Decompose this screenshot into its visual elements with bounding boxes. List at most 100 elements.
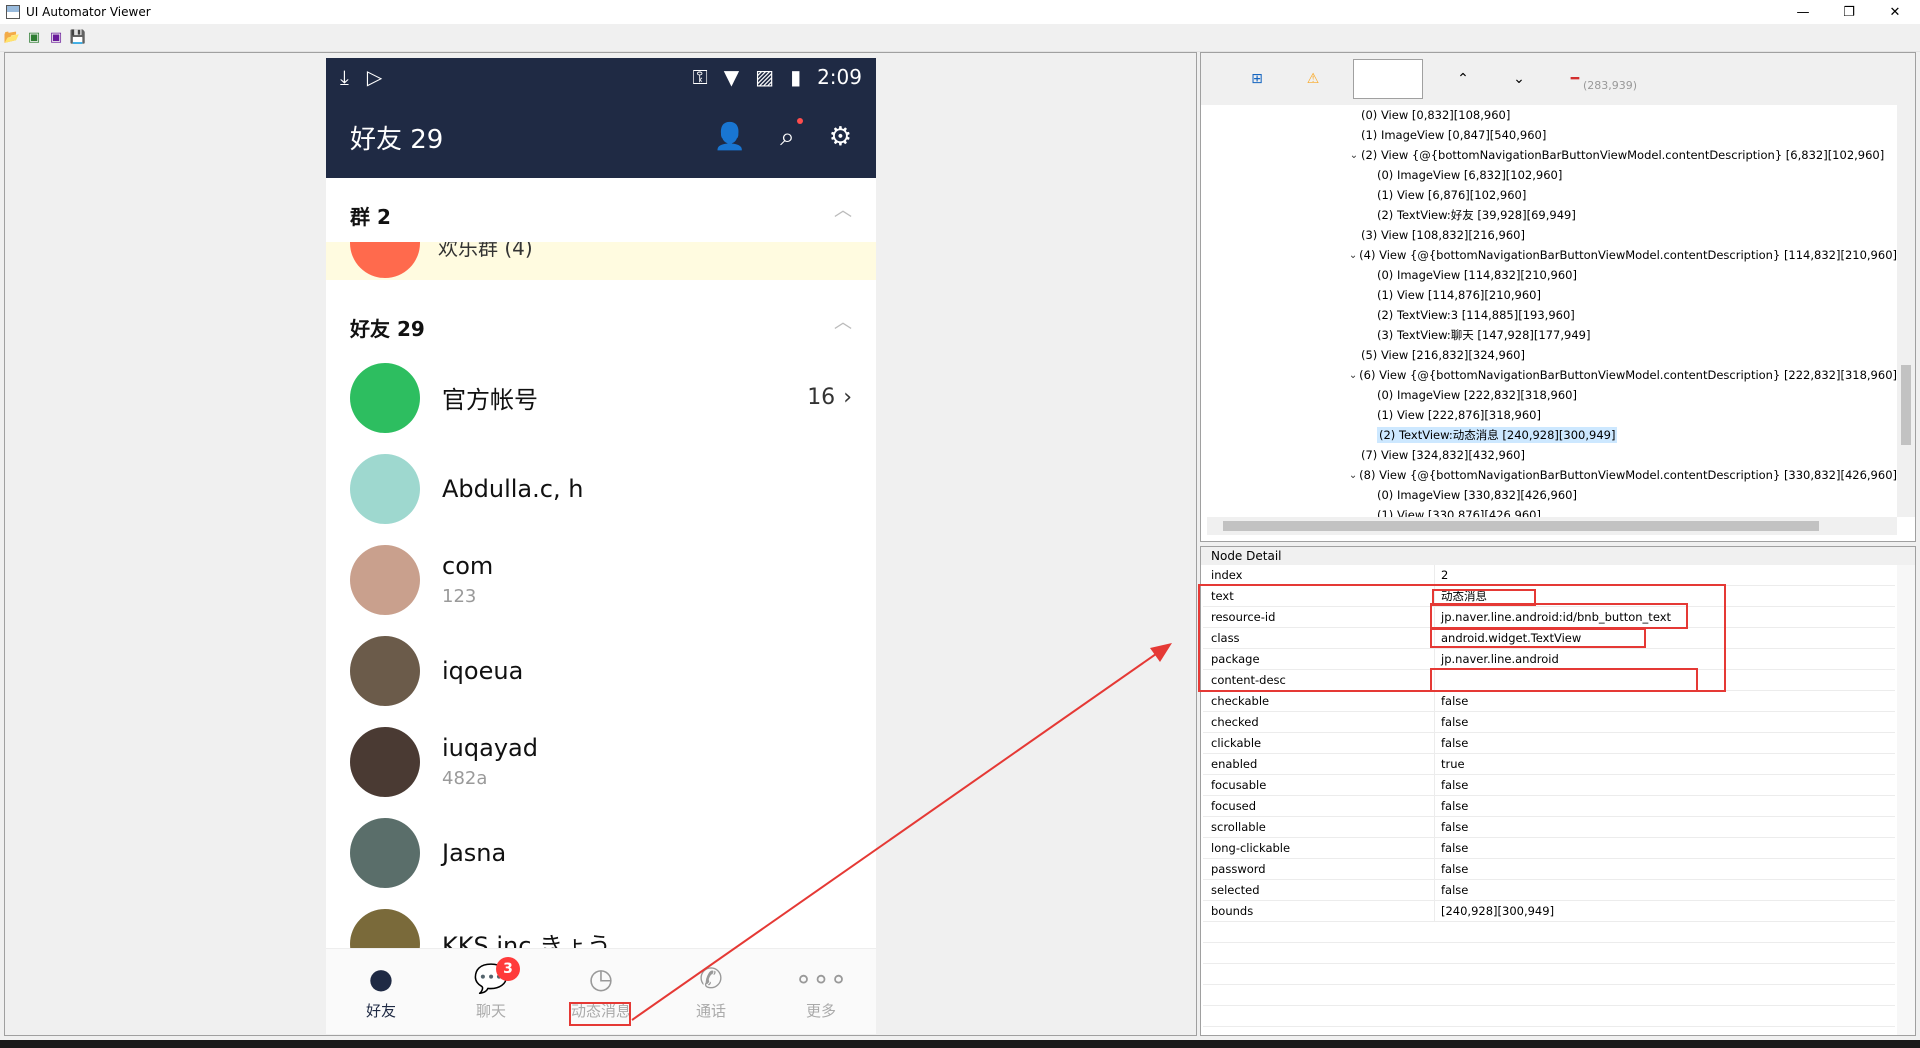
tree-node[interactable]: (7) View [324,832][432,960] (1207, 445, 1897, 465)
empty-row (1203, 1006, 1895, 1027)
scrollbar-thumb[interactable] (1223, 521, 1819, 531)
friend-name: 官方帐号 (442, 386, 538, 414)
groups-section-header[interactable]: 群 2 ︿ (326, 178, 876, 242)
tree-node[interactable]: (0) View [0,832][108,960] (1207, 105, 1897, 125)
open-icon[interactable]: 📂 (4, 30, 20, 46)
nav-calls[interactable]: ✆ 通话 (656, 949, 766, 1034)
property-key: checked (1203, 712, 1435, 732)
pointer-coordinates: (283,939) (1583, 79, 1638, 92)
minimize-button[interactable]: — (1780, 0, 1826, 24)
friends-section-header[interactable]: 好友 29 ︿ (326, 280, 876, 352)
tree-node[interactable]: (5) View [216,832][324,960] (1207, 345, 1897, 365)
property-row[interactable]: scrollable false (1203, 817, 1895, 838)
save-icon[interactable]: 💾 (70, 30, 86, 46)
nav-more-label: 更多 (805, 1002, 836, 1020)
friend-name: iuqayad (442, 734, 538, 762)
group-list-item[interactable]: 欢乐群 (4) (326, 242, 876, 280)
property-row[interactable]: focusable false (1203, 775, 1895, 796)
title-bar: UI Automator Viewer (0, 0, 1920, 24)
property-value: [240,928][300,949] (1441, 904, 1555, 918)
nav-friends[interactable]: ● 好友 (326, 949, 436, 1034)
close-button[interactable]: ✕ (1872, 0, 1918, 24)
tree-node[interactable]: (3) TextView:聊天 [147,928][177,949] (1207, 325, 1897, 345)
tree-node-label: (7) View [324,832][432,960] (1361, 448, 1525, 462)
nav-chats[interactable]: 💬 3 聊天 (436, 949, 546, 1034)
chevron-up-icon[interactable]: ︿ (834, 196, 852, 222)
tree-node[interactable]: (0) ImageView [330,832][426,960] (1207, 485, 1897, 505)
expand-all-icon[interactable]: ⊞ (1229, 71, 1285, 87)
unread-badge: 3 (496, 957, 520, 981)
vpn-key-icon: ⚿ (692, 65, 708, 89)
add-friend-icon[interactable]: 👤 (714, 122, 746, 152)
chevron-down-icon[interactable]: ⌄ (1491, 71, 1547, 87)
maximize-button[interactable]: ❐ (1826, 0, 1872, 24)
property-row[interactable]: long-clickable false (1203, 838, 1895, 859)
tree-node[interactable]: (0) ImageView [222,832][318,960] (1207, 385, 1897, 405)
tree-node[interactable]: (1) View [6,876][102,960] (1207, 185, 1897, 205)
friend-list-item[interactable]: com 123 (326, 534, 876, 625)
property-row[interactable]: password false (1203, 859, 1895, 880)
tree-node[interactable]: (2) TextView:3 [114,885][193,960] (1207, 305, 1897, 325)
tree-node[interactable]: (0) ImageView [6,832][102,960] (1207, 165, 1897, 185)
property-key: focusable (1203, 775, 1435, 795)
tree-node[interactable]: ⌄ (2) View {@{bottomNavigationBarButtonVi… (1207, 145, 1897, 165)
detail-vertical-scrollbar[interactable] (1897, 565, 1915, 1035)
more-icon: ∘∘∘ (794, 962, 848, 995)
tree-node[interactable]: ⌄ (4) View {@{bottomNavigationBarButtonVi… (1207, 245, 1897, 265)
friend-list-item[interactable]: iqoeua (326, 625, 876, 716)
friend-list-item[interactable]: 官方帐号 16 › (326, 352, 876, 443)
property-key: password (1203, 859, 1435, 879)
chevron-up-icon[interactable]: ⌃ (1435, 71, 1491, 87)
warning-icon[interactable]: ⚠ (1285, 71, 1341, 87)
friend-list: 官方帐号 16 › Abdulla.c, h com 123 iqoeua iuqayad 48… (326, 352, 876, 989)
settings-icon[interactable]: ⚙ (829, 122, 852, 152)
property-value: true (1441, 757, 1465, 771)
expand-toggle-icon[interactable]: ⌄ (1347, 250, 1359, 261)
screenshot-icon[interactable]: ▣ (26, 30, 42, 46)
expand-toggle-icon[interactable]: ⌄ (1347, 150, 1361, 161)
tree-node[interactable]: ⌄ (8) View {@{bottomNavigationBarButtonVi… (1207, 465, 1897, 485)
avatar (350, 635, 420, 706)
tree-vertical-scrollbar[interactable] (1897, 105, 1915, 517)
avatar (350, 544, 420, 615)
tree-node-label: (2) TextView:好友 [39,928][69,949] (1377, 208, 1576, 222)
tree-node[interactable]: (3) View [108,832][216,960] (1207, 225, 1897, 245)
expand-toggle-icon[interactable]: ⌄ (1347, 370, 1359, 381)
annotation-box-class (1430, 628, 1646, 648)
tree-node-label: (6) View {@{bottomNavigationBarButtonVie… (1359, 368, 1897, 382)
phone-icon: ✆ (699, 962, 723, 995)
tree-node[interactable]: ⌄ (6) View {@{bottomNavigationBarButtonVi… (1207, 365, 1897, 385)
device-screen[interactable]: ⤓ ▷ ⚿ ▼ ▨ ▮ 2:09 好友 29 👤 ⌕ ⚙ 群 2 ︿ 欢乐群 (… (326, 58, 876, 1034)
tree-horizontal-scrollbar[interactable] (1207, 517, 1897, 535)
property-row[interactable]: selected false (1203, 880, 1895, 901)
property-row[interactable]: clickable false (1203, 733, 1895, 754)
property-row[interactable]: index 2 (1203, 565, 1895, 586)
hierarchy-tree[interactable]: (0) View [0,832][108,960] (1) ImageView [… (1207, 105, 1897, 517)
property-row[interactable]: checked false (1203, 712, 1895, 733)
tree-node[interactable]: (1) View [330,876][426,960] (1207, 505, 1897, 517)
annotation-box-resource-id (1430, 603, 1688, 629)
expand-toggle-icon[interactable]: ⌄ (1347, 470, 1359, 481)
hierarchy-pane: ⊞ ⚠ ⌃ ⌄ ━ (283,939) (0) View [0,832][108… (1200, 52, 1916, 542)
nav-more[interactable]: ∘∘∘ 更多 (766, 949, 876, 1034)
tree-node[interactable]: (1) View [114,876][210,960] (1207, 285, 1897, 305)
scrollbar-thumb[interactable] (1901, 365, 1911, 445)
friend-list-item[interactable]: iuqayad 482a (326, 716, 876, 807)
tree-node[interactable]: (2) TextView:动态消息 [240,928][300,949] (1207, 425, 1897, 445)
property-row[interactable]: bounds [240,928][300,949] (1203, 901, 1895, 922)
search-icon[interactable]: ⌕ (780, 117, 803, 153)
chevron-up-icon[interactable]: ︿ (834, 308, 852, 334)
screenshot-compressed-icon[interactable]: ▣ (48, 30, 64, 46)
tree-node[interactable]: (1) ImageView [0,847][540,960] (1207, 125, 1897, 145)
tree-node[interactable]: (0) ImageView [114,832][210,960] (1207, 265, 1897, 285)
tree-node[interactable]: (1) View [222,876][318,960] (1207, 405, 1897, 425)
property-row[interactable]: enabled true (1203, 754, 1895, 775)
friend-list-item[interactable]: Jasna (326, 807, 876, 898)
property-row[interactable]: focused false (1203, 796, 1895, 817)
property-key: selected (1203, 880, 1435, 900)
tree-node[interactable]: (2) TextView:好友 [39,928][69,949] (1207, 205, 1897, 225)
property-row[interactable]: checkable false (1203, 691, 1895, 712)
node-search-box[interactable] (1353, 59, 1423, 99)
tree-node-label: (0) ImageView [114,832][210,960] (1377, 268, 1577, 282)
friend-list-item[interactable]: Abdulla.c, h (326, 443, 876, 534)
